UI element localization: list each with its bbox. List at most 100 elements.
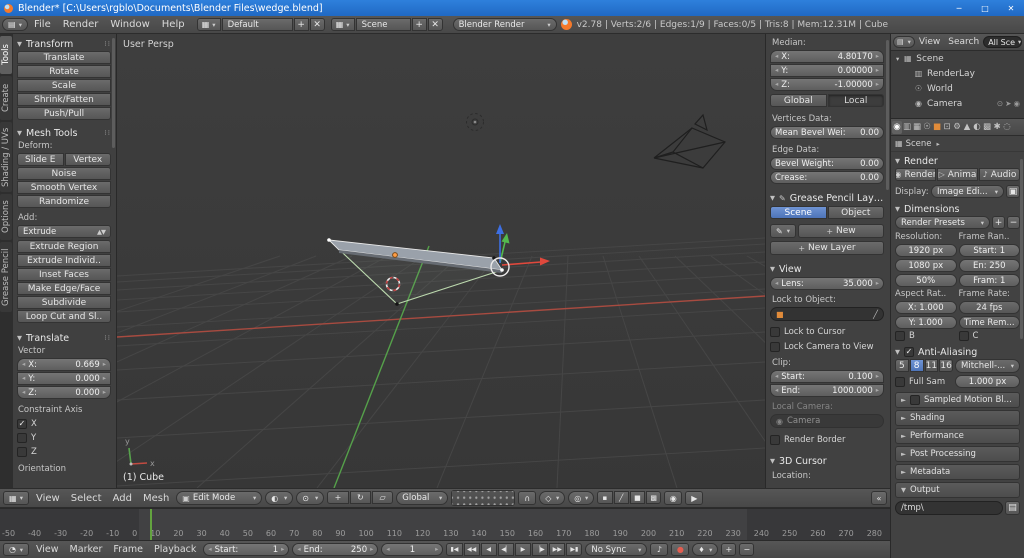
grease-pencil-panel-header[interactable]: ▼✎ Grease Pencil Layers — [770, 191, 884, 205]
props-tab-scene[interactable]: ▦ — [912, 121, 922, 134]
aa-samples-11-button[interactable]: 11 — [925, 359, 939, 372]
selectability-arrow-icon[interactable]: ➤ — [1004, 99, 1012, 108]
screen-layout-icon-button[interactable]: ▦▾ — [197, 18, 221, 31]
eyedropper-icon[interactable]: ╱ — [873, 310, 878, 319]
render-border-checkbox[interactable]: Render Border — [770, 433, 884, 446]
shelf-tab-shading-uvs[interactable]: Shading / UVs — [0, 122, 12, 192]
randomize-button[interactable]: Randomize — [17, 195, 111, 208]
aa-samples-16-button[interactable]: 16 — [939, 359, 953, 372]
viewport-mesh-menu[interactable]: Mesh — [139, 493, 173, 504]
outliner-view-menu[interactable]: View — [915, 37, 944, 47]
props-tab-render[interactable]: ◉ — [892, 121, 902, 134]
transform-orientation-select[interactable]: Global▾ — [396, 491, 448, 505]
local-camera-field[interactable]: ◉ Camera — [770, 414, 884, 428]
pivot-point-select[interactable]: ⊙▾ — [296, 491, 324, 505]
render-audio-button[interactable]: ♪Audio — [979, 168, 1020, 181]
record-button[interactable]: ● — [671, 543, 689, 556]
viewport-select-menu[interactable]: Select — [67, 493, 106, 504]
manipulator-rotate-button[interactable]: ↻ — [350, 491, 371, 504]
outliner-filter-select[interactable]: All Sce▾ — [983, 36, 1022, 48]
constraint-z-checkbox[interactable]: Z — [17, 445, 111, 458]
gp-draw-mode-button[interactable]: ✎▾ — [770, 224, 796, 238]
rotate-button[interactable]: Rotate — [17, 65, 111, 78]
menu-help[interactable]: Help — [156, 19, 191, 30]
timeline-frame-menu[interactable]: Frame — [109, 544, 147, 555]
menu-file[interactable]: File — [28, 19, 57, 30]
resolution-scale-field[interactable]: 50% — [895, 274, 957, 287]
shrink-fatten-button[interactable]: Shrink/Fatten — [17, 93, 111, 106]
outliner-row-scene[interactable]: ▾ ▦ Scene — [891, 51, 1024, 66]
add-scene-button[interactable]: + — [412, 18, 427, 31]
median-z-field[interactable]: ◂Z:-1.00000▸ — [770, 78, 884, 91]
aspect-y-field[interactable]: Y: 1.000 — [895, 316, 957, 329]
insert-keyframe-button[interactable]: + — [721, 543, 736, 556]
props-tab-physics[interactable]: ◌ — [1002, 121, 1012, 134]
vertex-select-mode-button[interactable]: ▪ — [597, 491, 612, 504]
clip-start-field[interactable]: ◂Start:0.100▸ — [770, 370, 884, 383]
viewport-shading-select[interactable]: ◐▾ — [265, 491, 293, 505]
scene-icon-button[interactable]: ▦▾ — [331, 18, 355, 31]
timeline-editor-type-button[interactable]: ◔▾ — [3, 543, 29, 556]
close-button[interactable]: ✕ — [998, 0, 1024, 16]
props-tab-material[interactable]: ◐ — [972, 121, 982, 134]
lens-field[interactable]: ◂Lens:35.000▸ — [770, 277, 884, 290]
full-sample-checkbox[interactable]: Full Sam — [895, 377, 953, 387]
sync-mode-select[interactable]: No Sync▾ — [585, 543, 647, 556]
props-tab-texture[interactable]: ▩ — [982, 121, 992, 134]
window-titlebar[interactable]: Blender* [C:\Users\rgblo\Documents\Blend… — [0, 0, 1024, 16]
subdivide-button[interactable]: Subdivide — [17, 296, 111, 309]
edge-select-mode-button[interactable]: ╱ — [614, 491, 629, 504]
viewport-editor-type-button[interactable]: ▦▾ — [3, 491, 29, 505]
dimensions-panel-header[interactable]: ▼Dimensions — [895, 202, 1020, 216]
add-preset-button[interactable]: + — [992, 216, 1005, 229]
timeline-ruler[interactable]: -50-40-30-20-100102030405060708090100110… — [0, 508, 890, 540]
extrude-region-button[interactable]: Extrude Region — [17, 240, 111, 253]
smooth-vertex-button[interactable]: Smooth Vertex — [17, 181, 111, 194]
jump-to-end-button[interactable]: ▶▮ — [566, 543, 582, 556]
vector-x-field[interactable]: ◂X:0.669▸ — [17, 358, 111, 371]
slide-edge-button[interactable]: Slide E — [17, 153, 64, 166]
timeline-end-field[interactable]: ◂End:250▸ — [292, 543, 378, 556]
lamp-object[interactable] — [467, 114, 484, 131]
next-frame-button[interactable]: ▕▶ — [532, 543, 548, 556]
viewport-view-menu[interactable]: View — [32, 493, 64, 504]
timeline-view-menu[interactable]: View — [32, 544, 63, 555]
constraint-x-checkbox[interactable]: ✓X — [17, 417, 111, 430]
remove-preset-button[interactable]: − — [1007, 216, 1020, 229]
median-x-field[interactable]: ◂X:4.80170▸ — [770, 50, 884, 63]
visibility-eye-icon[interactable]: ⊙ — [996, 99, 1004, 108]
render-presets-select[interactable]: Render Presets▾ — [895, 216, 990, 229]
delete-scene-button[interactable]: ✕ — [428, 18, 443, 31]
extrude-enum-select[interactable]: Extrude ▲▼ — [17, 225, 111, 238]
npanel-scrollbar[interactable] — [886, 40, 889, 190]
snap-element-select[interactable]: ◇▾ — [539, 491, 565, 505]
props-tab-world[interactable]: ☉ — [922, 121, 932, 134]
post-processing-panel-header[interactable]: ►Post Processing — [895, 446, 1020, 462]
shelf-tab-options[interactable]: Options — [0, 194, 12, 240]
outliner-row-renderlayers[interactable]: ▥ RenderLay — [891, 66, 1024, 81]
vector-z-field[interactable]: ◂Z:0.000▸ — [17, 386, 111, 399]
resolution-y-field[interactable]: 1080 px — [895, 259, 957, 272]
median-y-field[interactable]: ◂Y:0.00000▸ — [770, 64, 884, 77]
output-panel-header[interactable]: ▼Output — [895, 482, 1020, 498]
anti-aliasing-checkbox[interactable]: ✓ — [904, 347, 914, 357]
make-edge-face-button[interactable]: Make Edge/Face — [17, 282, 111, 295]
manipulator-translate-button[interactable]: + — [327, 491, 348, 504]
props-tab-modifiers[interactable]: ⚙ — [952, 121, 962, 134]
gp-source-scene-tab[interactable]: Scene — [770, 206, 827, 219]
jump-to-start-button[interactable]: ▮◀ — [446, 543, 462, 556]
gp-new-layer-button[interactable]: +New Layer — [770, 241, 884, 255]
current-frame-indicator[interactable] — [150, 509, 152, 540]
render-engine-select[interactable]: Blender Render▾ — [453, 18, 557, 31]
play-button[interactable]: ▶ — [515, 543, 531, 556]
anti-aliasing-panel-header[interactable]: ▼✓ Anti-Aliasing — [895, 345, 1020, 359]
viewport-canvas[interactable]: x y — [117, 34, 765, 488]
mesh-tools-panel-header[interactable]: ▼Mesh Tools⁞⁞ — [17, 126, 111, 140]
fps-select[interactable]: 24 fps — [959, 301, 1021, 314]
delete-screen-layout-button[interactable]: ✕ — [310, 18, 325, 31]
scale-button[interactable]: Scale — [17, 79, 111, 92]
aa-samples-8-button[interactable]: 8 — [910, 359, 924, 372]
info-editor-type-button[interactable]: ▤▾ — [2, 18, 28, 31]
metadata-panel-header[interactable]: ►Metadata — [895, 464, 1020, 480]
limit-to-visible-button[interactable]: ▩ — [646, 491, 661, 504]
